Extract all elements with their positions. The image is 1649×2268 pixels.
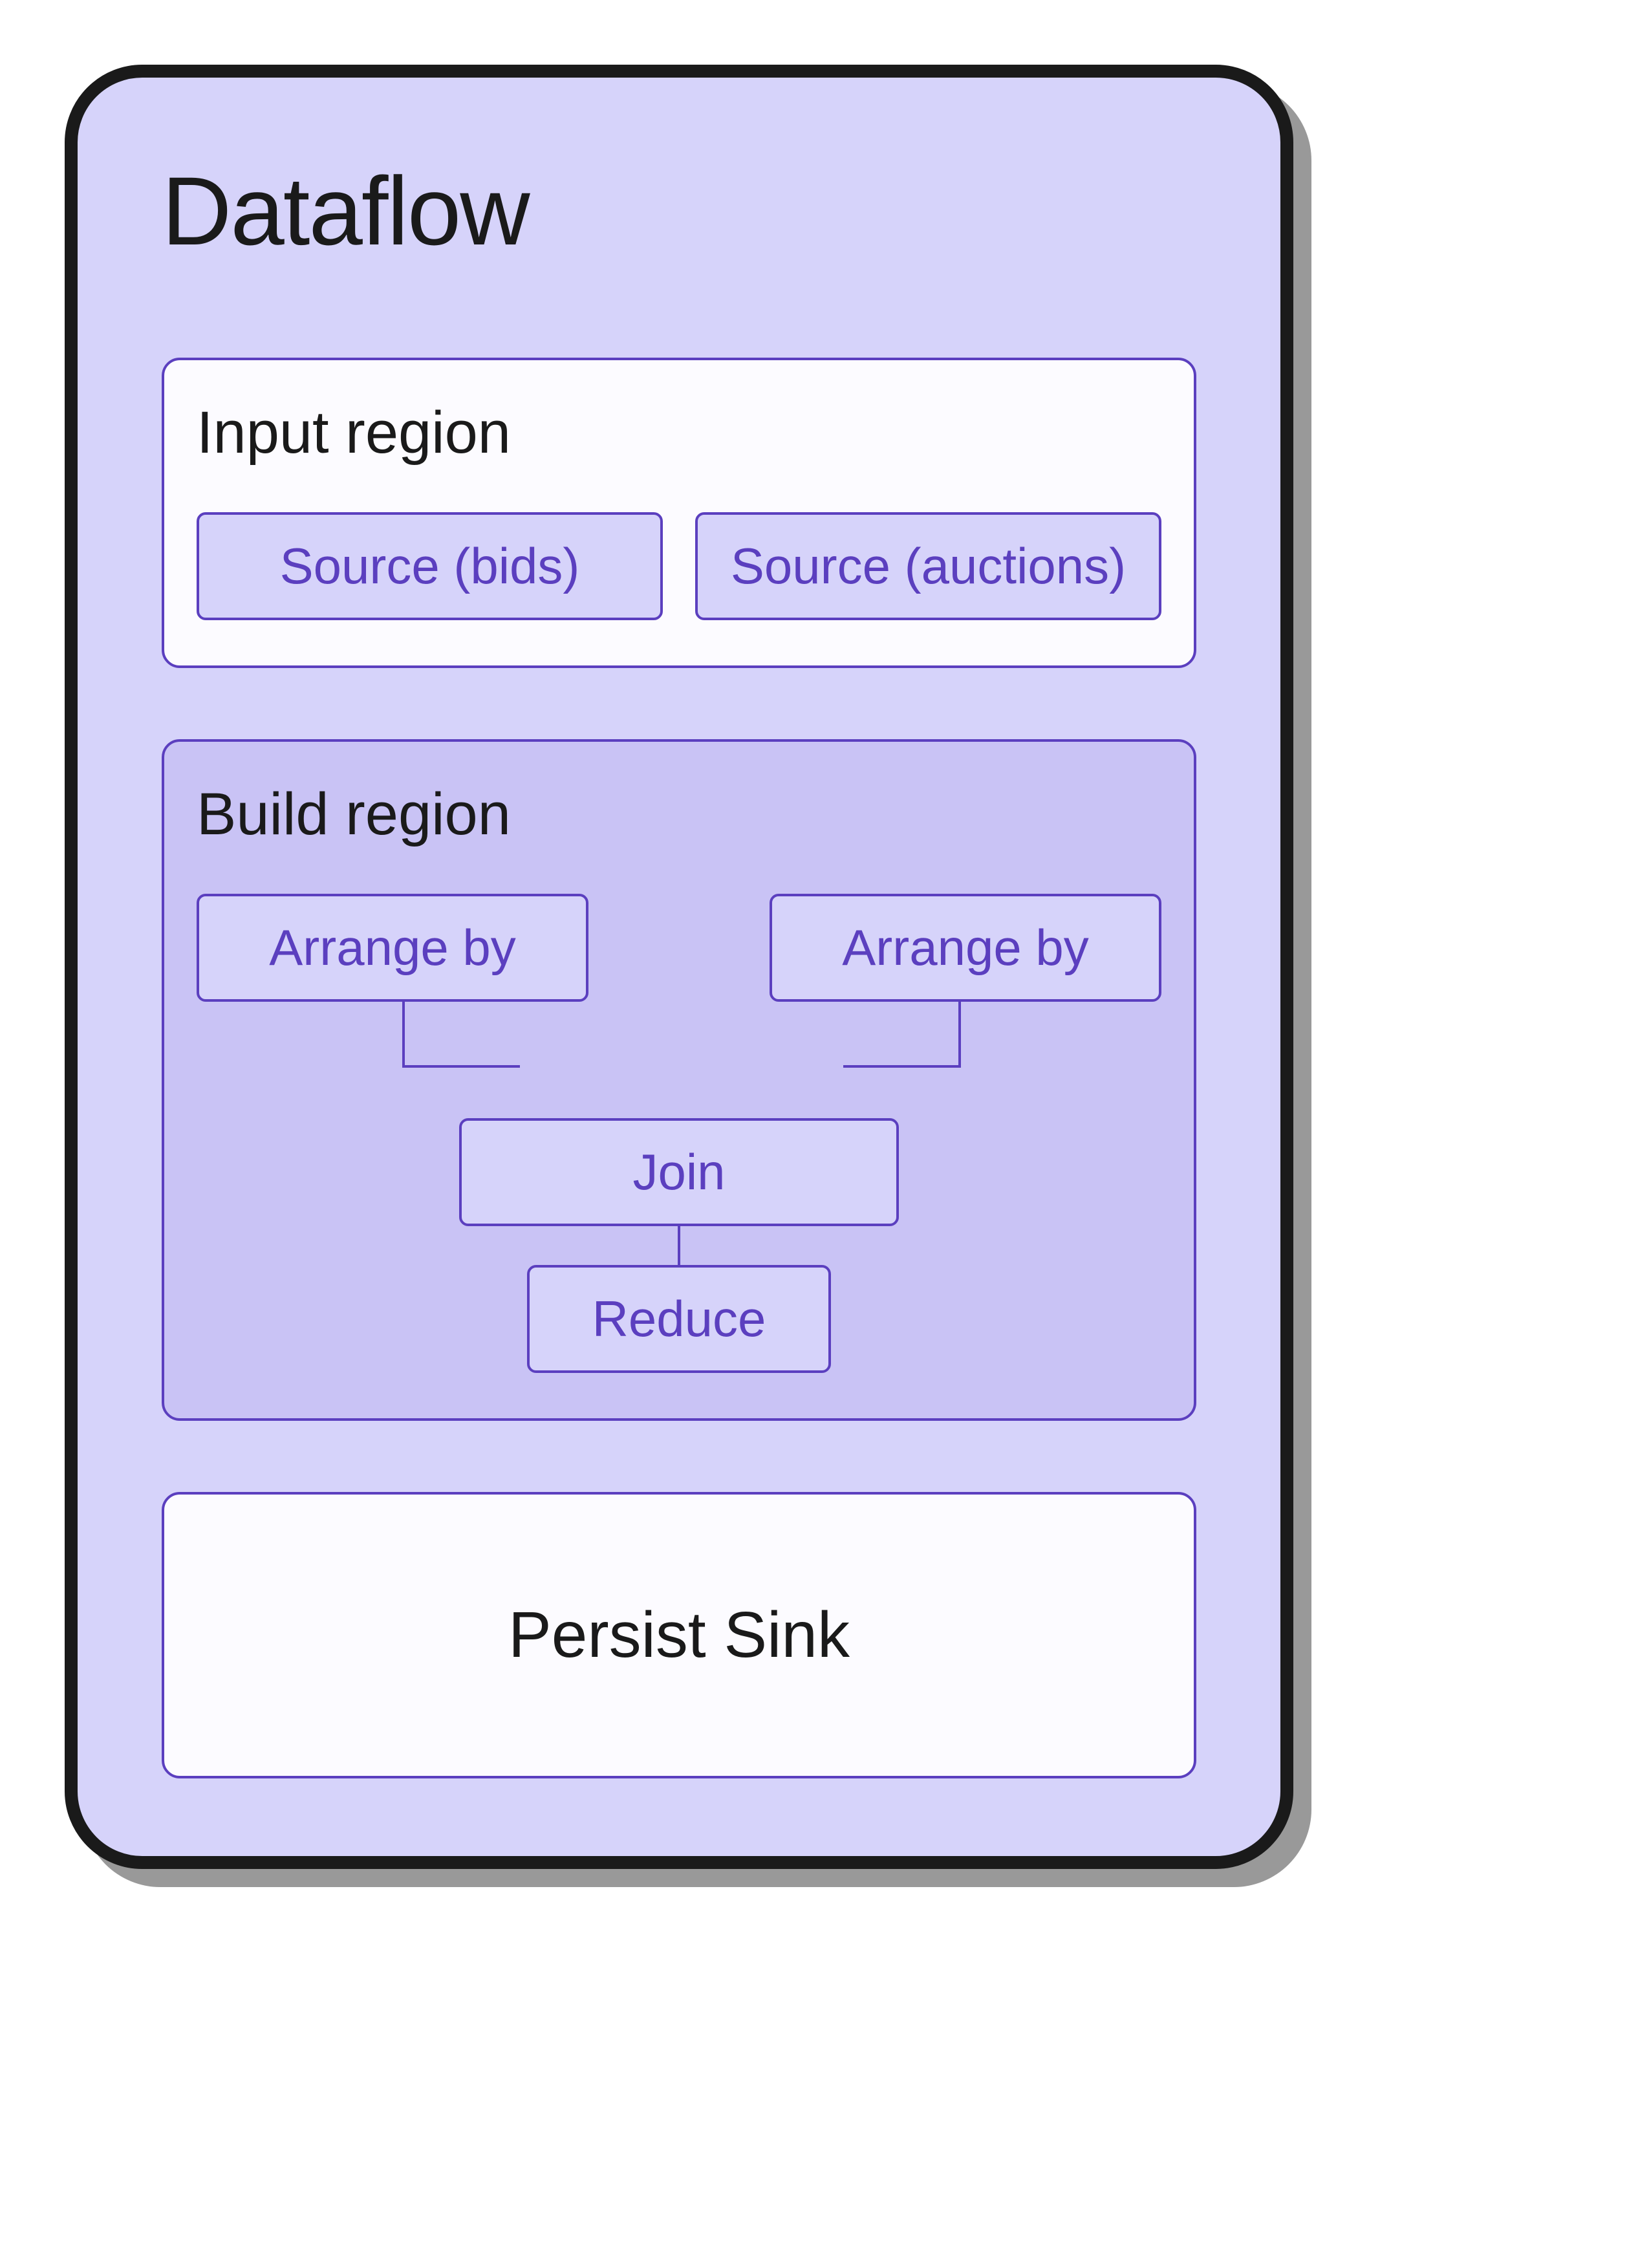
build-region: Build region Arrange by Arrange by Join … — [162, 739, 1196, 1421]
sink-region: Persist Sink — [162, 1492, 1196, 1778]
arrange-to-join-connector — [197, 1002, 1167, 1118]
arrange-row: Arrange by Arrange by — [197, 894, 1161, 1002]
input-region: Input region Source (bids) Source (aucti… — [162, 358, 1196, 668]
build-region-title: Build region — [197, 781, 1161, 848]
join-to-reduce-connector — [647, 1226, 711, 1265]
sink-title: Persist Sink — [197, 1598, 1161, 1672]
dataflow-title: Dataflow — [162, 155, 1196, 267]
source-row: Source (bids) Source (auctions) — [197, 512, 1161, 620]
source-bids-node: Source (bids) — [197, 512, 663, 620]
dataflow-panel: Dataflow Input region Source (bids) Sour… — [65, 65, 1293, 1869]
arrange-right-node: Arrange by — [770, 894, 1161, 1002]
arrange-left-node: Arrange by — [197, 894, 588, 1002]
reduce-node: Reduce — [527, 1265, 831, 1373]
input-region-title: Input region — [197, 399, 1161, 467]
build-content: Arrange by Arrange by Join Reduce — [197, 894, 1161, 1373]
join-node: Join — [459, 1118, 899, 1226]
source-auctions-node: Source (auctions) — [695, 512, 1161, 620]
